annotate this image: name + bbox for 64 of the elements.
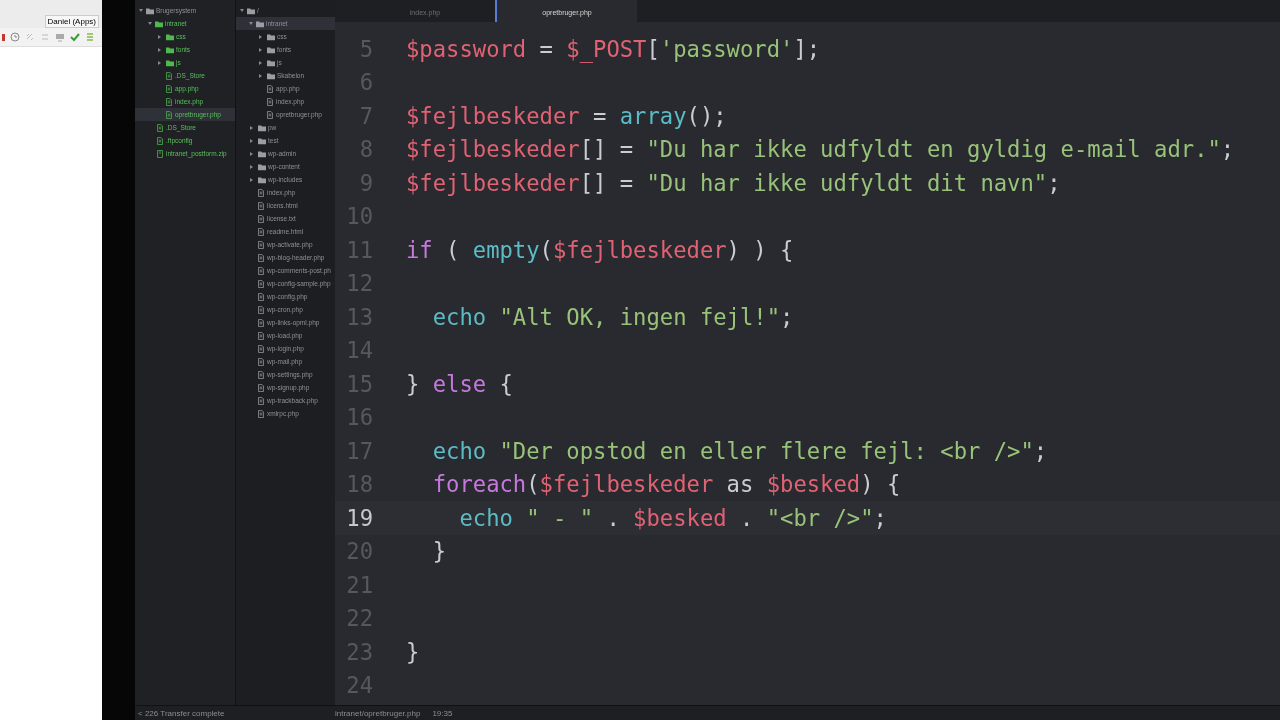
file-icon: [156, 123, 164, 132]
file-icon: [257, 292, 265, 301]
file-icon: [257, 240, 265, 249]
file-path: intranet/opretbruger.php: [335, 708, 421, 718]
file-icon: [257, 266, 265, 275]
file-icon: [257, 331, 265, 340]
file-icon: [266, 84, 274, 93]
code-line: foreach($fejlbeskeder as $besked) {: [431, 471, 901, 498]
file-icon: [257, 357, 265, 366]
file-icon: [257, 383, 265, 392]
file-icon: [257, 214, 265, 223]
file-icon: [257, 409, 265, 418]
file-icon: [257, 188, 265, 197]
cursor-position: 19:35: [432, 708, 453, 718]
code-line: $password = $_POST['password'];: [406, 35, 821, 62]
caret-down-icon[interactable]: [249, 22, 253, 25]
file-icon: [165, 84, 173, 93]
caret-down-icon[interactable]: [240, 9, 244, 12]
code-line: echo "Der opstod en eller flere fejl: <br />";: [431, 437, 1048, 464]
file-icon: [165, 97, 173, 106]
caret-right-icon[interactable]: [250, 138, 253, 143]
file-icon: [257, 396, 265, 405]
code-line: }: [431, 538, 447, 565]
code-line: $fejlbeskeder[] = "Du har ikke udfyldt dit navn";: [406, 169, 1061, 196]
code-line: if ( empty($fejlbeskeder) ) {: [406, 236, 794, 263]
caret-right-icon[interactable]: [158, 60, 161, 65]
file-icon: [165, 71, 173, 80]
caret-right-icon[interactable]: [259, 73, 262, 78]
caret-right-icon[interactable]: [259, 34, 262, 39]
code-line: } else {: [406, 370, 513, 397]
tooltip: Daniel (Apps): [44, 15, 99, 28]
clock-icon[interactable]: [10, 32, 20, 42]
file-icon: [257, 305, 265, 314]
marker-icon: [2, 33, 5, 41]
file-icon: [257, 344, 265, 353]
file-icon: [156, 136, 164, 145]
caret-right-icon[interactable]: [259, 60, 262, 65]
file-icon: [257, 253, 265, 262]
file-icon: [266, 110, 274, 119]
code-line: $fejlbeskeder[] = "Du har ikke udfyldt en gyldig e-mail adr.";: [406, 136, 1235, 163]
line-number: 19: [345, 504, 373, 531]
file-icon: [257, 279, 265, 288]
code-line: echo "Alt OK, ingen fejl!";: [431, 303, 794, 330]
caret-right-icon[interactable]: [158, 34, 161, 39]
caret-right-icon[interactable]: [259, 47, 262, 52]
caret-down-icon[interactable]: [148, 22, 152, 25]
archive-icon: [156, 149, 164, 158]
caret-right-icon[interactable]: [250, 177, 253, 182]
file-icon: [257, 370, 265, 379]
caret-right-icon[interactable]: [158, 47, 161, 52]
caret-right-icon[interactable]: [250, 151, 253, 156]
code-line: echo " - " . $besked . "<br />";: [458, 504, 887, 531]
caret-right-icon[interactable]: [250, 164, 253, 169]
transfer-status: < 226 Transfer complete: [137, 708, 226, 718]
caret-down-icon[interactable]: [139, 9, 143, 12]
file-icon: [266, 97, 274, 106]
file-icon: [165, 110, 173, 119]
checkmark-icon[interactable]: [70, 32, 80, 42]
file-icon: [257, 201, 265, 210]
code-line: $fejlbeskeder = array();: [406, 102, 727, 129]
file-icon: [257, 227, 265, 236]
file-icon: [257, 318, 265, 327]
code-line: }: [406, 638, 420, 665]
caret-right-icon[interactable]: [250, 125, 253, 130]
